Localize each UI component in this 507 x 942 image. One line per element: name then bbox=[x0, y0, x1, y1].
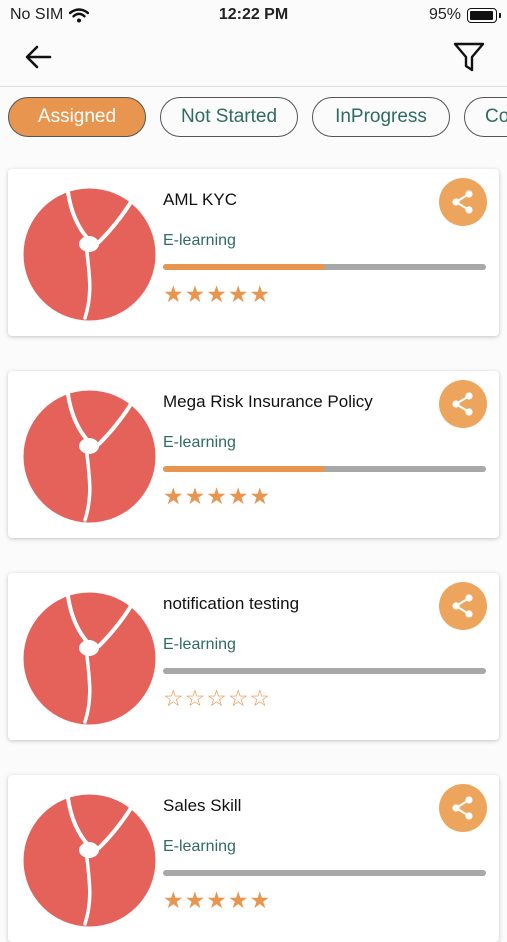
tab-not-started[interactable]: Not Started bbox=[160, 97, 298, 137]
course-type: E-learning bbox=[163, 232, 236, 249]
status-right: 95% bbox=[428, 6, 501, 24]
filter-tabs: Assigned Not Started InProgress Co bbox=[0, 97, 507, 139]
share-button[interactable] bbox=[439, 784, 487, 832]
course-title: Sales Skill bbox=[163, 796, 242, 815]
share-icon bbox=[452, 190, 473, 214]
course-thumbnail bbox=[23, 794, 156, 927]
battery-percent: 95% bbox=[428, 6, 461, 23]
star-rating: ☆☆☆☆☆ bbox=[163, 685, 272, 711]
star-rating: ★★★★★ bbox=[163, 483, 272, 509]
progress-bar bbox=[163, 264, 486, 270]
progress-fill bbox=[163, 466, 325, 472]
star-rating: ★★★★★ bbox=[163, 281, 272, 307]
share-button[interactable] bbox=[439, 380, 487, 428]
share-icon bbox=[452, 796, 473, 820]
filter-button[interactable] bbox=[451, 39, 487, 75]
share-button[interactable] bbox=[439, 178, 487, 226]
course-title: AML KYC bbox=[163, 190, 238, 209]
course-title: Mega Risk Insurance Policy bbox=[163, 392, 373, 411]
progress-bar bbox=[163, 466, 486, 472]
tab-completed[interactable]: Co bbox=[464, 97, 507, 137]
status-bar: No SIM 12:22 PM 95% bbox=[0, 0, 507, 30]
course-type: E-learning bbox=[163, 434, 236, 451]
share-button[interactable] bbox=[439, 582, 487, 630]
progress-bar bbox=[163, 668, 486, 674]
course-thumbnail bbox=[23, 188, 156, 321]
arrow-left-icon bbox=[25, 45, 52, 69]
star-rating: ★★★★★ bbox=[163, 887, 272, 913]
share-icon bbox=[452, 392, 473, 416]
course-card[interactable]: AML KYC E-learning ★★★★★ bbox=[8, 169, 499, 336]
course-thumbnail bbox=[23, 592, 156, 725]
filter-icon bbox=[453, 42, 485, 72]
progress-fill bbox=[163, 264, 325, 270]
course-card[interactable]: Sales Skill E-learning ★★★★★ bbox=[8, 775, 499, 942]
course-card[interactable]: Mega Risk Insurance Policy E-learning ★★… bbox=[8, 371, 499, 538]
course-type: E-learning bbox=[163, 838, 236, 855]
back-button[interactable] bbox=[22, 42, 56, 72]
course-card[interactable]: notification testing E-learning ☆☆☆☆☆ bbox=[8, 573, 499, 740]
nav-bar bbox=[0, 30, 507, 87]
course-thumbnail bbox=[23, 390, 156, 523]
tab-inprogress[interactable]: InProgress bbox=[312, 97, 450, 137]
progress-bar bbox=[163, 870, 486, 876]
tab-assigned[interactable]: Assigned bbox=[8, 97, 146, 137]
course-type: E-learning bbox=[163, 636, 236, 653]
course-title: notification testing bbox=[163, 594, 300, 613]
share-icon bbox=[452, 594, 473, 618]
battery-icon bbox=[467, 7, 501, 23]
